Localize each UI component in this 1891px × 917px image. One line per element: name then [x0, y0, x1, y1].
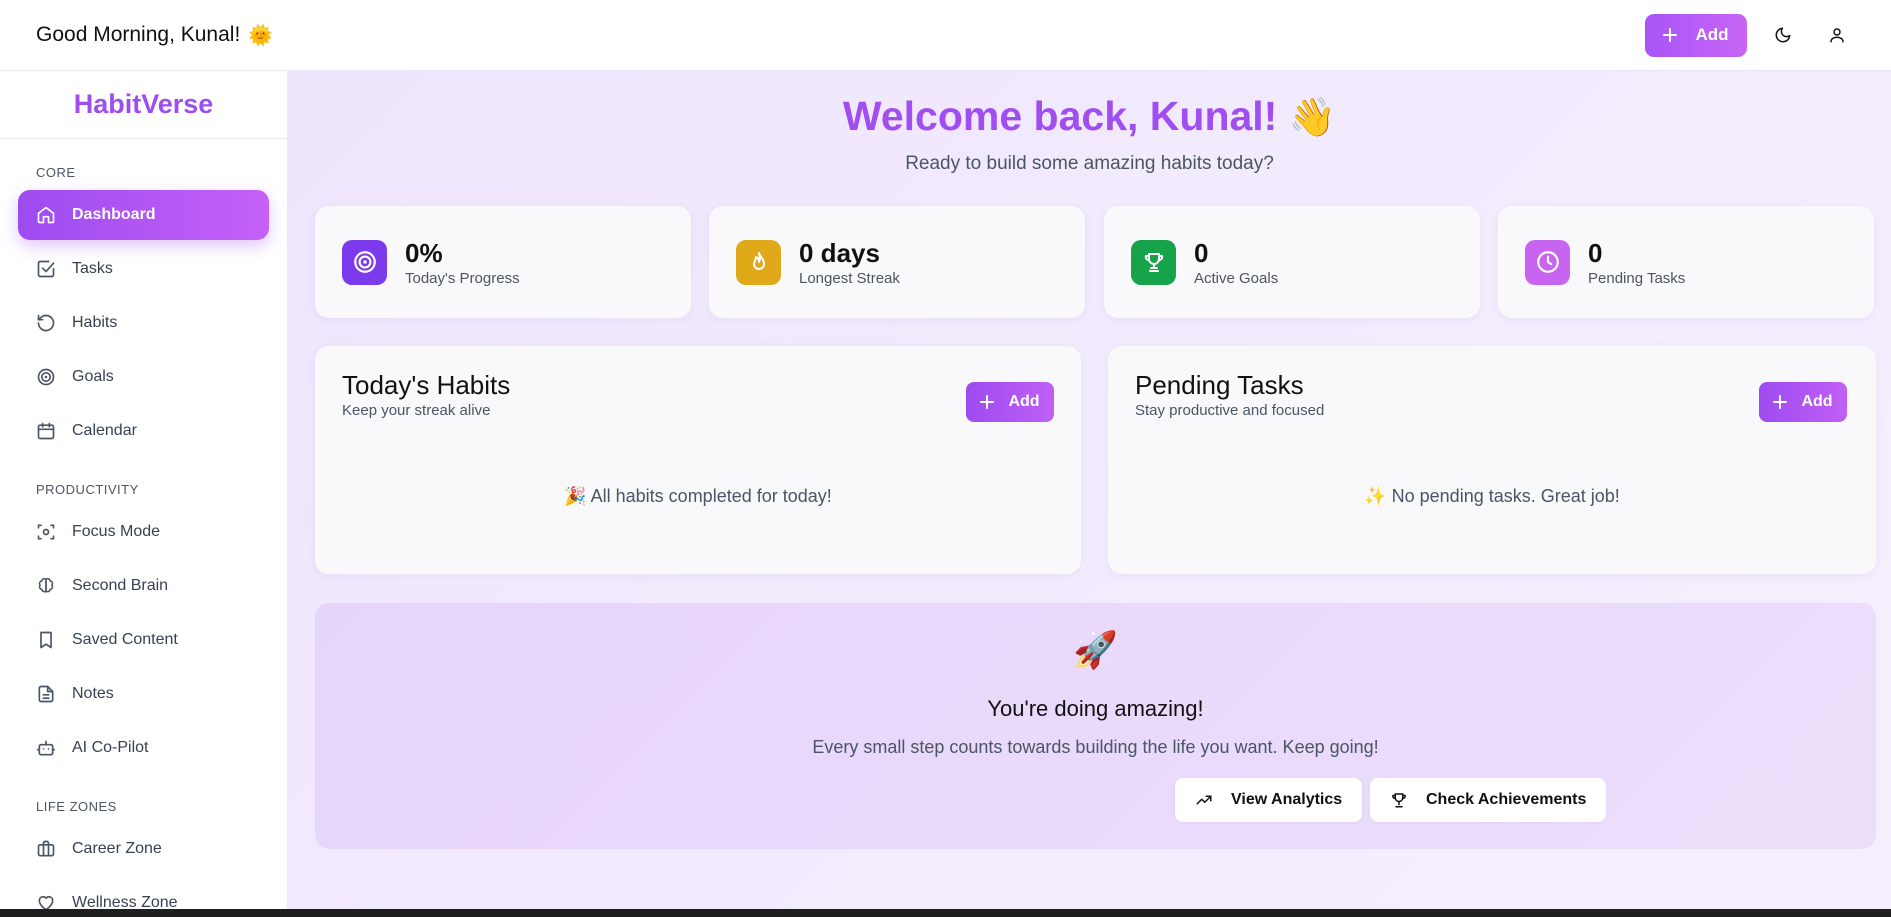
- stat-label: Today's Progress: [405, 269, 520, 287]
- flame-icon: [736, 239, 781, 285]
- brand-logo[interactable]: HabitVerse: [0, 71, 287, 139]
- welcome-subtitle: Ready to build some amazing habits today…: [905, 153, 1274, 174]
- add-button-label: Add: [1008, 393, 1040, 410]
- section-label-core: CORE: [36, 165, 76, 180]
- panel-subtitle: Stay productive and focused: [1135, 402, 1325, 419]
- brain-icon: [38, 577, 54, 593]
- user-icon: [1830, 28, 1844, 43]
- bot-icon: [36, 740, 56, 756]
- sidebar: HabitVerse CORE Dashboard Tasks Habits G…: [0, 71, 288, 917]
- tasks-panel: Pending Tasks Stay productive and focuse…: [1108, 346, 1876, 574]
- section-label-productivity: PRODUCTIVITY: [36, 482, 139, 497]
- stat-value: 0 days: [799, 237, 880, 268]
- target-icon: [37, 368, 55, 386]
- briefcase-icon: [37, 840, 55, 857]
- sidebar-item-goals[interactable]: Goals: [18, 352, 269, 402]
- sidebar-item-label: Focus Mode: [72, 523, 161, 540]
- refresh-icon: [37, 314, 55, 332]
- add-button-label: Add: [1695, 25, 1729, 44]
- file-text-icon: [38, 685, 54, 703]
- sidebar-item-label: Tasks: [72, 260, 113, 277]
- sidebar-item-habits[interactable]: Habits: [18, 298, 269, 348]
- moon-icon: [1775, 27, 1791, 43]
- stat-value: 0: [1194, 237, 1209, 268]
- home-icon: [37, 206, 55, 224]
- stat-label: Active Goals: [1194, 269, 1279, 287]
- sidebar-item-second-brain[interactable]: Second Brain: [18, 561, 269, 611]
- plus-icon: [980, 395, 995, 409]
- greeting: Good Morning, Kunal! 🌞: [36, 23, 273, 48]
- sidebar-item-ai-copilot[interactable]: AI Co-Pilot: [18, 723, 269, 773]
- check-achievements-label: Check Achievements: [1426, 791, 1587, 808]
- sidebar-item-career-zone[interactable]: Career Zone: [18, 824, 269, 874]
- add-button[interactable]: Add: [1645, 13, 1747, 57]
- stat-card-goals: 0 Active Goals: [1104, 206, 1480, 318]
- stat-card-progress: 0% Today's Progress: [315, 206, 691, 318]
- habits-empty-text: All habits completed for today!: [590, 486, 832, 506]
- tasks-empty-text: No pending tasks. Great job!: [1391, 486, 1620, 506]
- sidebar-item-label: Career Zone: [72, 840, 162, 857]
- sidebar-item-notes[interactable]: Notes: [18, 669, 269, 719]
- trophy-icon: [1131, 239, 1176, 285]
- habits-empty-state: 🎉 All habits completed for today!: [315, 486, 1081, 507]
- profile-button[interactable]: [1819, 17, 1855, 53]
- trending-up-icon: [1196, 795, 1212, 805]
- sparkles-emoji-icon: ✨: [1364, 486, 1387, 506]
- motivation-banner: 🚀 You're doing amazing! Every small step…: [315, 603, 1876, 849]
- welcome-heading: Welcome back, Kunal! 👋: [288, 93, 1891, 140]
- check-achievements-button[interactable]: Check Achievements: [1370, 778, 1607, 822]
- plus-icon: [1773, 395, 1788, 409]
- greeting-text: Good Morning, Kunal!: [36, 23, 241, 46]
- stat-card-pending: 0 Pending Tasks: [1498, 206, 1874, 318]
- theme-toggle-button[interactable]: [1765, 17, 1801, 53]
- panel-title: Pending Tasks: [1135, 370, 1304, 400]
- sidebar-item-saved-content[interactable]: Saved Content: [18, 615, 269, 665]
- sidebar-item-label: Dashboard: [72, 206, 156, 223]
- view-analytics-button[interactable]: View Analytics: [1175, 778, 1363, 822]
- party-emoji-icon: 🎉: [564, 486, 587, 506]
- sidebar-item-dashboard[interactable]: Dashboard: [18, 190, 269, 240]
- sidebar-item-label: Notes: [72, 685, 114, 702]
- sidebar-item-label: Habits: [72, 314, 118, 331]
- stat-value: 0: [1588, 237, 1603, 268]
- clock-icon: [1525, 239, 1570, 285]
- top-bar: Good Morning, Kunal! 🌞 Add: [0, 0, 1891, 71]
- taskbar-strip: [0, 909, 1891, 917]
- sidebar-item-calendar[interactable]: Calendar: [18, 406, 269, 456]
- stat-value: 0%: [405, 237, 443, 268]
- tasks-empty-state: ✨ No pending tasks. Great job!: [1108, 486, 1876, 507]
- sidebar-item-label: Saved Content: [72, 631, 178, 648]
- add-button-label: Add: [1801, 393, 1833, 410]
- target-icon: [342, 239, 387, 285]
- sidebar-item-tasks[interactable]: Tasks: [18, 244, 269, 294]
- stat-label: Longest Streak: [799, 269, 900, 287]
- trophy-icon: [1392, 793, 1406, 808]
- sidebar-item-label: Goals: [72, 368, 114, 385]
- stat-label: Pending Tasks: [1588, 269, 1686, 287]
- banner-text: Every small step counts towards building…: [812, 737, 1379, 757]
- add-habit-button[interactable]: Add: [966, 382, 1054, 422]
- panel-title: Today's Habits: [342, 370, 511, 400]
- sun-emoji-icon: 🌞: [248, 24, 274, 47]
- sidebar-item-label: Calendar: [72, 422, 137, 439]
- rocket-emoji-icon: 🚀: [1073, 629, 1118, 670]
- sidebar-item-focus-mode[interactable]: Focus Mode: [18, 507, 269, 557]
- checkbox-icon: [37, 260, 55, 278]
- bookmark-icon: [40, 631, 52, 649]
- section-label-life-zones: LIFE ZONES: [36, 799, 117, 814]
- panel-subtitle: Keep your streak alive: [342, 402, 491, 419]
- stat-card-streak: 0 days Longest Streak: [709, 206, 1085, 318]
- add-task-button[interactable]: Add: [1759, 382, 1847, 422]
- plus-icon: [1663, 28, 1678, 42]
- welcome-text: Welcome back, Kunal!: [842, 93, 1278, 139]
- sidebar-item-label: Second Brain: [72, 577, 169, 594]
- focus-icon: [37, 524, 55, 540]
- main-content: Welcome back, Kunal! 👋 Ready to build so…: [288, 71, 1891, 909]
- wave-emoji-icon: 👋: [1288, 97, 1337, 139]
- calendar-icon: [37, 422, 55, 440]
- view-analytics-label: View Analytics: [1231, 791, 1343, 808]
- habits-panel: Today's Habits Keep your streak alive Ad…: [315, 346, 1081, 574]
- banner-title: You're doing amazing!: [987, 696, 1204, 721]
- sidebar-item-label: AI Co-Pilot: [72, 739, 149, 756]
